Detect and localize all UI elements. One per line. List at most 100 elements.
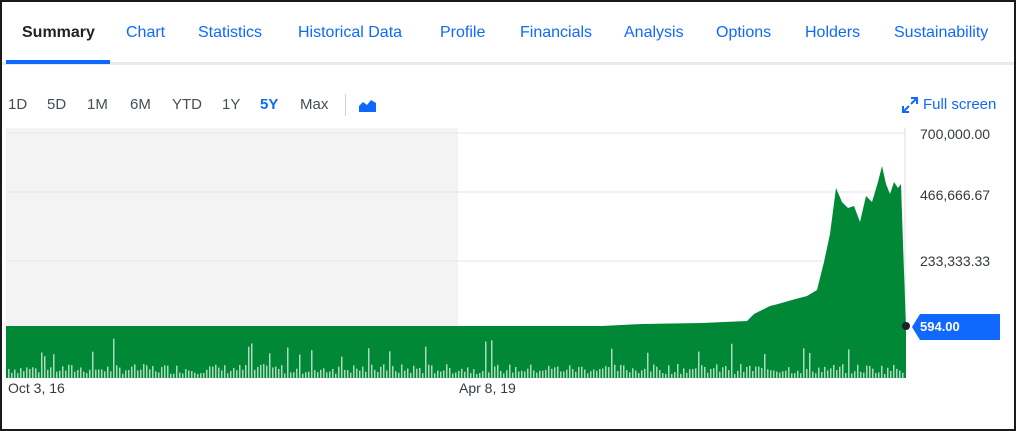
volume-bar <box>389 351 391 378</box>
range-1m[interactable]: 1M <box>87 94 108 116</box>
volume-bar <box>11 372 13 378</box>
volume-bar <box>854 371 856 378</box>
current-price-tag: 594.00 <box>912 314 1002 340</box>
volume-bar <box>623 365 625 378</box>
volume-bar <box>587 373 589 378</box>
x-tick-label: Apr 8, 19 <box>459 380 516 396</box>
volume-bar <box>254 369 256 378</box>
volume-bar <box>404 370 406 378</box>
price-chart[interactable] <box>2 122 1014 382</box>
fullscreen-label: Full screen <box>923 96 997 113</box>
volume-bar <box>626 370 628 378</box>
volume-bar <box>191 371 193 378</box>
volume-bar <box>785 370 787 378</box>
volume-bar <box>332 368 334 378</box>
volume-bar <box>821 372 823 378</box>
range-5d[interactable]: 5D <box>47 94 66 116</box>
volume-bar <box>692 369 694 378</box>
volume-bar <box>848 349 850 378</box>
volume-bar <box>161 367 163 378</box>
volume-bar <box>83 371 85 378</box>
volume-bar <box>29 369 31 378</box>
volume-bar <box>209 366 211 378</box>
tab-historical-data[interactable]: Historical Data <box>298 2 402 62</box>
volume-bar <box>206 369 208 378</box>
volume-bar <box>803 348 805 378</box>
range-6m[interactable]: 6M <box>130 94 151 116</box>
volume-bar <box>212 366 214 378</box>
volume-bar <box>722 367 724 378</box>
range-1d[interactable]: 1D <box>8 94 27 116</box>
active-tab-indicator <box>6 60 110 64</box>
volume-bar <box>461 368 463 378</box>
area-chart-icon[interactable] <box>358 97 378 113</box>
tab-summary[interactable]: Summary <box>22 2 95 62</box>
volume-bar <box>50 367 52 378</box>
volume-bar <box>710 368 712 378</box>
volume-bar <box>59 370 61 378</box>
tab-profile[interactable]: Profile <box>440 2 485 62</box>
volume-bar <box>791 373 793 378</box>
volume-bar <box>698 351 700 378</box>
volume-bar <box>152 366 154 378</box>
volume-bar <box>173 373 175 378</box>
range-max[interactable]: Max <box>300 94 328 116</box>
volume-bar <box>197 373 199 378</box>
volume-bar <box>857 364 859 378</box>
y-tick-label: 466,666.67 <box>920 187 991 203</box>
volume-bar <box>365 371 367 378</box>
volume-bar <box>824 366 826 378</box>
volume-bar <box>557 366 559 378</box>
tab-holders[interactable]: Holders <box>805 2 860 62</box>
current-price-marker <box>902 322 910 330</box>
volume-bar <box>425 346 427 378</box>
volume-bar <box>8 369 10 378</box>
volume-bar <box>185 369 187 378</box>
volume-bar <box>443 370 445 378</box>
tab-sustainability[interactable]: Sustainability <box>894 2 988 62</box>
tab-options[interactable]: Options <box>716 2 771 62</box>
volume-bar <box>749 365 751 378</box>
volume-bar <box>338 366 340 378</box>
volume-bar <box>653 364 655 378</box>
volume-bar <box>71 365 73 378</box>
volume-bar <box>386 370 388 378</box>
volume-bar <box>314 370 316 378</box>
volume-bar <box>308 371 310 378</box>
volume-bar <box>410 372 412 378</box>
range-5y[interactable]: 5Y <box>260 94 278 116</box>
volume-bar <box>140 369 142 378</box>
volume-bar <box>473 369 475 378</box>
volume-bar <box>632 368 634 378</box>
tab-analysis[interactable]: Analysis <box>624 2 684 62</box>
volume-bar <box>536 372 538 378</box>
volume-bar <box>884 373 886 378</box>
volume-bar <box>500 370 502 378</box>
volume-bar <box>488 372 490 378</box>
volume-bar <box>62 366 64 378</box>
volume-bar <box>605 366 607 378</box>
tab-chart[interactable]: Chart <box>126 2 165 62</box>
tab-financials[interactable]: Financials <box>520 2 592 62</box>
volume-bar <box>401 364 403 378</box>
volume-bar <box>635 370 637 378</box>
volume-bar <box>56 371 58 378</box>
volume-bar <box>677 364 679 378</box>
volume-bar <box>311 350 313 378</box>
range-1y[interactable]: 1Y <box>222 94 240 116</box>
volume-bar <box>812 371 814 378</box>
volume-bar <box>734 373 736 378</box>
volume-bar <box>239 364 241 378</box>
volume-bar <box>482 370 484 378</box>
volume-bar <box>518 371 520 378</box>
volume-bar <box>485 341 487 378</box>
volume-bar <box>167 365 169 378</box>
volume-bar <box>716 364 718 378</box>
volume-bar <box>23 371 25 378</box>
volume-bar <box>875 373 877 378</box>
volume-bar <box>758 366 760 378</box>
volume-bar <box>149 369 151 378</box>
range-ytd[interactable]: YTD <box>172 94 202 116</box>
tab-statistics[interactable]: Statistics <box>198 2 262 62</box>
volume-bar <box>845 373 847 378</box>
